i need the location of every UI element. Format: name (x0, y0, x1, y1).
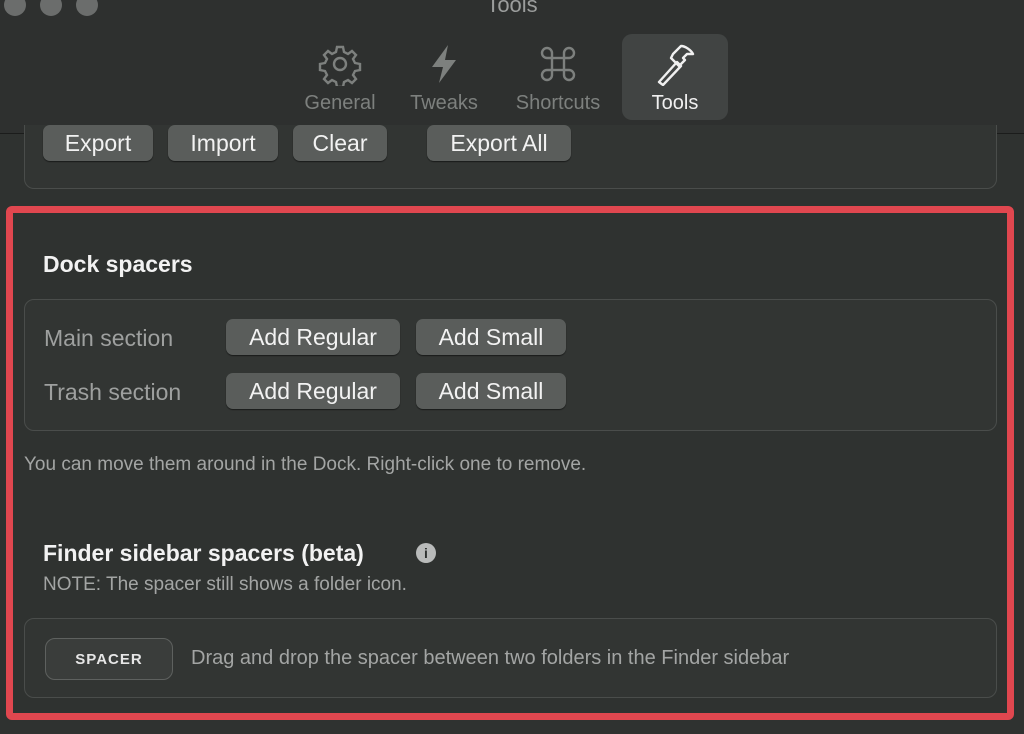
export-import-group: Export Import Clear Export All (24, 125, 997, 189)
trash-add-small-button[interactable]: Add Small (416, 373, 566, 409)
tab-tools[interactable]: Tools (622, 34, 728, 120)
finder-spacer-box: SPACER Drag and drop the spacer between … (24, 618, 997, 698)
finder-spacers-note: NOTE: The spacer still shows a folder ic… (43, 574, 407, 595)
dock-spacers-title: Dock spacers (43, 251, 193, 277)
dock-spacers-box: Main section Add Regular Add Small Trash… (24, 299, 997, 431)
tab-general-label: General (304, 92, 376, 114)
spacer-drag-item[interactable]: SPACER (45, 638, 173, 680)
main-add-regular-button[interactable]: Add Regular (226, 319, 400, 355)
dock-spacers-hint: You can move them around in the Dock. Ri… (24, 454, 587, 475)
tab-shortcuts-label: Shortcuts (515, 92, 601, 114)
finder-spacers-title: Finder sidebar spacers (beta) (43, 540, 364, 566)
window-title: Tools (486, 0, 538, 17)
export-all-button[interactable]: Export All (427, 125, 571, 161)
command-icon (540, 46, 576, 82)
main-add-small-button[interactable]: Add Small (416, 319, 566, 355)
main-section-label: Main section (44, 325, 174, 351)
tab-general[interactable]: General (290, 34, 390, 120)
tab-tweaks[interactable]: Tweaks (394, 34, 494, 120)
drag-instructions: Drag and drop the spacer between two fol… (191, 647, 790, 669)
toolbar-tabs: General Tweaks Shortcuts Tools (290, 34, 728, 120)
trash-section-label: Trash section (44, 379, 182, 405)
tab-shortcuts[interactable]: Shortcuts (498, 34, 618, 120)
gear-icon (318, 45, 362, 86)
tab-tweaks-label: Tweaks (410, 92, 478, 114)
bolt-icon (432, 45, 456, 83)
tools-pane: Export Import Clear Export All Dock spac… (0, 125, 1024, 734)
import-button[interactable]: Import (168, 125, 278, 161)
info-icon[interactable]: i (416, 543, 436, 563)
hammer-icon (657, 44, 695, 86)
window-titlebar: Tools General Tweaks Shortcuts Tools (0, 0, 1024, 134)
tab-tools-label: Tools (651, 92, 699, 114)
trash-add-regular-button[interactable]: Add Regular (226, 373, 400, 409)
clear-button[interactable]: Clear (293, 125, 387, 161)
export-button[interactable]: Export (43, 125, 153, 161)
